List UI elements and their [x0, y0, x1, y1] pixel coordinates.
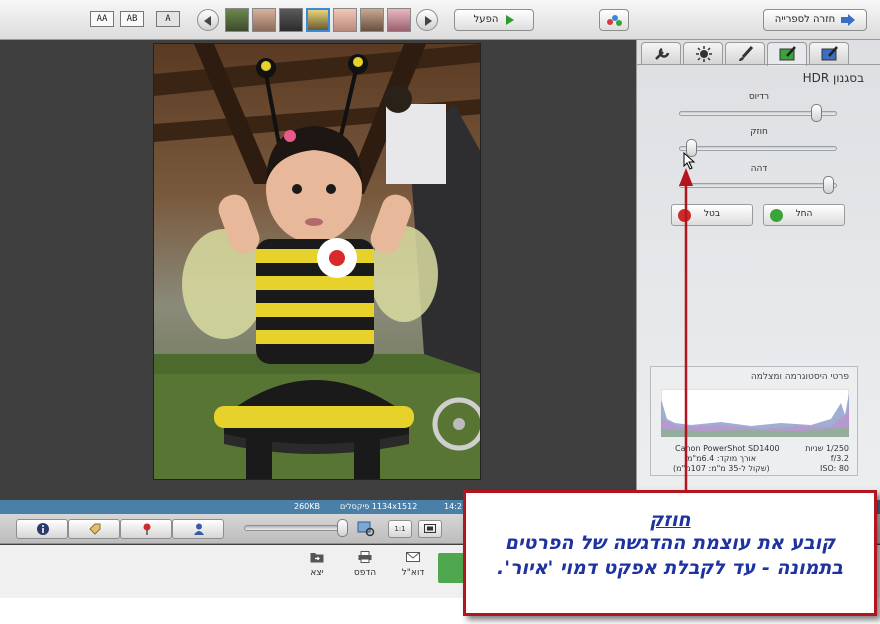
brush-frame-blue-icon: [821, 46, 838, 61]
brush-frame-icon: [779, 46, 796, 61]
zoom-image-icon: [357, 521, 375, 537]
exif-camera: Canon PowerShot SD1400: [675, 444, 780, 453]
zoom-slider-knob[interactable]: [337, 519, 348, 537]
wrench-icon: [655, 47, 670, 60]
exif-equivalent: (שקול ל-35 מ"מ: 107מ"מ): [673, 464, 770, 473]
callout-text-line-1: קובע את עוצמת ההדגשה של הפרטים: [504, 532, 836, 554]
apply-button[interactable]: החל: [763, 204, 845, 226]
location-button[interactable]: [120, 519, 172, 539]
top-toolbar: AA AB A הפעל חזרה לספרייה: [0, 0, 880, 40]
thumbnail[interactable]: [279, 8, 303, 32]
thumbnail-selected[interactable]: [306, 8, 330, 32]
fade-label: דהה: [750, 164, 768, 174]
email-label: דוא"ל: [401, 568, 425, 578]
back-to-library-label: חזרה לספרייה: [774, 14, 836, 25]
tab-lighting[interactable]: [683, 42, 723, 64]
back-to-library-button[interactable]: חזרה לספרייה: [763, 9, 867, 31]
brush-icon: [739, 46, 754, 61]
annotation-callout: חוזק קובע את עוצמת ההדגשה של הפרטים בתמו…: [463, 490, 877, 616]
strength-label: חוזק: [750, 127, 768, 137]
thumbnail[interactable]: [387, 8, 411, 32]
previous-photo-button[interactable]: [197, 9, 219, 31]
thumbnail[interactable]: [252, 8, 276, 32]
play-label: הפעל: [473, 14, 499, 25]
envelope-icon: [406, 552, 420, 562]
histogram-panel: פרטי היסטוגרמה ומצלמה Canon PowerShot SD…: [650, 366, 858, 476]
view-toggle-a[interactable]: A: [156, 11, 180, 27]
export-label: יצא: [310, 568, 324, 578]
print-button[interactable]: הדפס: [345, 551, 385, 578]
time-taken: 14:2: [444, 502, 462, 511]
fit-to-window-button[interactable]: [418, 520, 442, 538]
view-toggle-ab[interactable]: AB: [120, 11, 144, 27]
photo-image: [154, 44, 480, 479]
exif-iso: ISO: 80: [819, 464, 849, 473]
section-title: בסגנון HDR: [802, 71, 864, 85]
image-dimensions: 1134x1512 פיקסלים: [340, 502, 418, 511]
info-icon: [37, 523, 49, 535]
thumbnail[interactable]: [360, 8, 384, 32]
printer-icon: [358, 551, 372, 563]
strength-slider[interactable]: [679, 146, 837, 151]
info-button[interactable]: [16, 519, 68, 539]
actual-size-button[interactable]: 1:1: [388, 520, 412, 538]
radius-slider-knob[interactable]: [811, 104, 823, 122]
callout-title: חוזק: [649, 509, 691, 531]
play-icon: [506, 15, 515, 25]
folder-export-icon: [310, 553, 324, 563]
radius-label: רדיוס: [748, 92, 770, 102]
exif-focal-length: אורך מוקד: 6.4מ"מ: [687, 454, 757, 463]
tab-more-effects[interactable]: [809, 42, 849, 64]
thumbnail[interactable]: [225, 8, 249, 32]
view-toggle-aa[interactable]: AA: [90, 11, 114, 27]
close-icon: [678, 209, 691, 222]
tab-effects[interactable]: [725, 42, 765, 64]
tab-artistic-effects[interactable]: [767, 42, 807, 66]
exif-aperture: f/3.2: [830, 454, 849, 463]
share-button[interactable]: [599, 9, 629, 31]
people-button[interactable]: [172, 519, 224, 539]
fit-window-icon: [424, 524, 436, 533]
cancel-label: בטל: [703, 209, 721, 219]
zoom-slider[interactable]: [244, 525, 348, 531]
location-pin-icon: [143, 523, 151, 535]
callout-text-line-2: בתמונה - עד לקבלת אפקט דמוי 'איור'.: [497, 557, 843, 579]
print-label: הדפס: [353, 568, 377, 578]
sun-icon: [696, 46, 712, 62]
tabs-divider: [637, 64, 880, 65]
cancel-button[interactable]: בטל: [671, 204, 753, 226]
play-slideshow-button[interactable]: הפעל: [454, 9, 534, 31]
tab-tools[interactable]: [641, 42, 681, 64]
share-icon: [607, 15, 622, 26]
arrow-right-icon: [841, 14, 856, 26]
fade-slider[interactable]: [679, 183, 837, 188]
file-size: 260KB: [294, 502, 321, 511]
export-button[interactable]: יצא: [297, 551, 337, 578]
tag-button[interactable]: [68, 519, 120, 539]
email-button[interactable]: דוא"ל: [393, 551, 433, 578]
check-icon: [770, 209, 783, 222]
next-photo-button[interactable]: [416, 9, 438, 31]
exif-shutter: 1/250 שניות: [805, 444, 849, 453]
thumbnail[interactable]: [333, 8, 357, 32]
edit-panel: בסגנון HDR רדיוס חוזק דהה החל בטל פרטי ה…: [636, 40, 880, 500]
fade-slider-knob[interactable]: [823, 176, 835, 194]
main-photo[interactable]: [153, 43, 481, 480]
tag-icon: [89, 523, 101, 535]
histogram-chart: [661, 389, 849, 437]
histogram-title: פרטי היסטוגרמה ומצלמה: [750, 372, 849, 382]
apply-label: החל: [795, 209, 813, 219]
person-icon: [194, 523, 204, 535]
